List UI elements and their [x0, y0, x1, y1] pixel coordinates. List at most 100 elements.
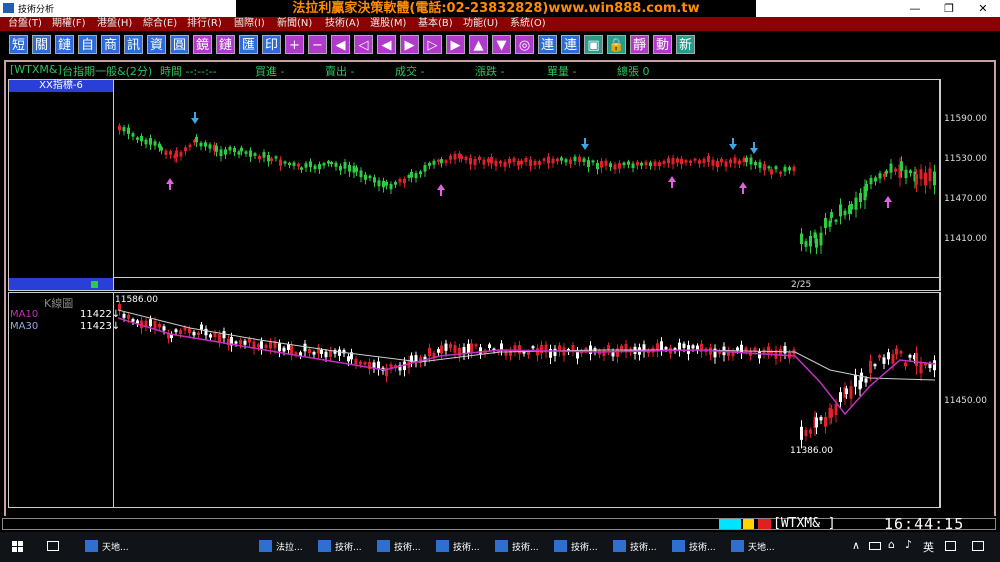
chart-candle [680, 158, 683, 165]
chart-candle [830, 212, 833, 218]
chart-candle [512, 158, 516, 163]
taskbar-app-icon[interactable] [613, 540, 626, 552]
taskbar-app-icon[interactable] [85, 540, 98, 552]
chart-candle [140, 135, 143, 142]
chart-candle [348, 165, 351, 172]
chart-candle [287, 344, 290, 350]
taskbar-app-icon[interactable] [495, 540, 508, 552]
chart-candle [774, 166, 778, 170]
chart-candle [736, 347, 739, 351]
chart-candle [403, 178, 406, 184]
chart-candle [788, 167, 791, 171]
chart-candle [219, 149, 223, 157]
chart-candle [689, 160, 692, 163]
taskbar-item-label[interactable]: 天地... [102, 540, 129, 553]
chart-candle [440, 159, 443, 164]
taskbar-app-icon[interactable] [259, 540, 272, 552]
chart-candle [834, 404, 838, 416]
chart-candle [160, 147, 163, 151]
taskbar-item-label[interactable]: 技術... [630, 540, 657, 553]
chart-candle [804, 241, 808, 247]
chart-candle [359, 361, 362, 365]
chart-candle [278, 343, 281, 352]
chart-candle [839, 392, 842, 402]
chart-candle [716, 161, 719, 168]
status-symbol: [WTXM& ] [773, 516, 836, 531]
up-arrow-icon [668, 176, 676, 188]
chart-candle [596, 162, 599, 170]
tray-chevron-icon[interactable]: ∧ [852, 539, 860, 552]
taskbar-item-label[interactable]: 技術... [512, 540, 539, 553]
network-icon[interactable]: ⌂ [888, 538, 895, 551]
chart-candle [260, 341, 263, 349]
taskbar-item-label[interactable]: 天地... [748, 540, 775, 553]
chart-candle [915, 174, 918, 185]
chart-candle [131, 318, 135, 322]
chart-candle [474, 344, 478, 347]
taskbar-item-label[interactable]: 技術... [689, 540, 716, 553]
chart-candle [684, 160, 688, 163]
chart-candle [294, 352, 298, 355]
taskbar-item-label[interactable]: 技術... [571, 540, 598, 553]
chart-candle [394, 181, 397, 185]
chart-candle [763, 164, 766, 171]
battery-icon[interactable] [869, 542, 881, 550]
task-view-icon[interactable] [47, 541, 59, 551]
chart-candle [153, 320, 157, 329]
chart-candle [729, 159, 732, 164]
chart-candle [815, 238, 818, 248]
ma10-line [117, 317, 936, 416]
taskbar-item-label[interactable]: 技術... [335, 540, 362, 553]
chart-candle [678, 342, 681, 351]
ime-icon[interactable] [945, 541, 956, 551]
chart-candle [478, 156, 481, 160]
notification-icon[interactable] [972, 541, 984, 551]
chart-candle [702, 159, 706, 164]
chart-candle [432, 160, 436, 165]
chart-candle [313, 165, 317, 170]
chart-candle [520, 160, 523, 165]
chart-candle [437, 159, 440, 162]
taskbar-app-icon[interactable] [318, 540, 331, 552]
chart-candle [233, 148, 236, 152]
taskbar-app-icon[interactable] [377, 540, 390, 552]
chart-candle [453, 153, 457, 160]
chart-candle [239, 339, 242, 345]
chart-candle [482, 159, 486, 165]
chart-candle [740, 344, 743, 353]
taskbar-item-label[interactable]: 技術... [453, 540, 480, 553]
chart-candle [602, 350, 606, 357]
chart-candle [707, 155, 710, 162]
chart-candle [354, 358, 358, 365]
chart-candle [824, 416, 827, 427]
chart-candle [834, 219, 838, 222]
chart-candle [248, 338, 251, 343]
chart-candle [691, 345, 695, 349]
taskbar-item-label[interactable]: 法拉... [276, 540, 303, 553]
taskbar-app-icon[interactable] [672, 540, 685, 552]
chart-candle [224, 149, 227, 155]
chart-candle [503, 161, 507, 167]
taskbar-app-icon[interactable] [554, 540, 567, 552]
taskbar-item-label[interactable]: 技術... [394, 540, 421, 553]
input-language[interactable]: 英 [923, 539, 934, 555]
chart-candle [573, 156, 577, 162]
chart-candle [854, 197, 858, 210]
chart-candle [859, 192, 862, 203]
chart-candle [622, 162, 626, 166]
chart-candle [895, 348, 898, 355]
chart-candle [149, 319, 152, 327]
chart-candle [547, 156, 550, 164]
volume-icon[interactable]: ♪ [905, 538, 912, 551]
start-icon[interactable] [12, 541, 24, 553]
taskbar-app-icon[interactable] [731, 540, 744, 552]
chart-candle [270, 158, 273, 162]
chart-candle [324, 351, 328, 358]
chart-candle [144, 139, 148, 145]
chart-candle [264, 344, 268, 348]
chart-candle [300, 167, 303, 170]
chart-candle [136, 137, 139, 140]
chart-candle [199, 142, 203, 147]
taskbar-app-icon[interactable] [436, 540, 449, 552]
chart-candle [299, 352, 302, 356]
